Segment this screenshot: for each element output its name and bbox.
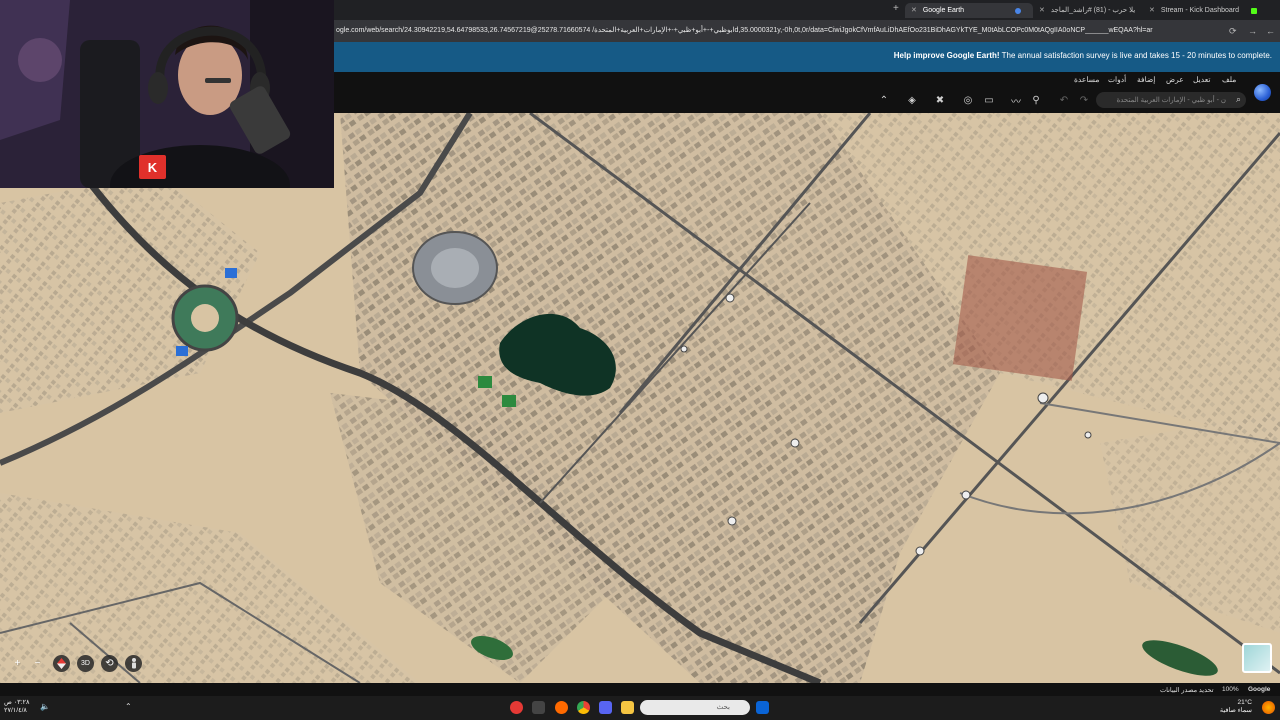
- weather-temp: 21°C: [1237, 699, 1252, 706]
- kick-favicon-icon: [1251, 8, 1257, 14]
- search-box[interactable]: ن - أبو ظبي - الإمارات العربية المتحدة ⌕: [1096, 92, 1246, 108]
- tray-chevron-icon[interactable]: ⌃: [125, 702, 132, 711]
- orbit-icon[interactable]: ⟲: [101, 655, 118, 672]
- menu-tools[interactable]: أدوات: [1108, 75, 1126, 84]
- back-icon[interactable]: ←: [1266, 25, 1275, 37]
- pegman-icon[interactable]: [125, 655, 142, 672]
- zoom-percentage: 100%: [1222, 686, 1239, 693]
- menu-view[interactable]: عرض: [1166, 75, 1184, 84]
- file-explorer-icon[interactable]: [621, 701, 634, 714]
- tab-title: Stream - Kick Dashboard: [1160, 7, 1240, 14]
- app-icon-red[interactable]: [510, 701, 523, 714]
- earth-favicon-icon: [1015, 8, 1021, 14]
- taskbar-search-label: بحث: [716, 704, 730, 711]
- ruler-icon[interactable]: ▭: [983, 94, 995, 106]
- tools-icon[interactable]: ✖: [934, 94, 946, 106]
- tab-kick-stream[interactable]: ✕ يلا حرب - (81) #راشد_الماجد: [1033, 3, 1143, 18]
- zoom-in-button[interactable]: +: [9, 655, 26, 672]
- taskbar-clock[interactable]: ٠٣:٢٨ ص ٢٧/١/٤/٨: [4, 699, 29, 715]
- app-icon-terminal[interactable]: [532, 701, 545, 714]
- tab-google-earth[interactable]: ✕ Google Earth: [905, 3, 1033, 18]
- clock-date: ٢٧/١/٤/٨: [4, 707, 27, 714]
- menu-edit[interactable]: تعديل: [1193, 75, 1210, 84]
- windows-start-icon[interactable]: [756, 701, 769, 714]
- clock-time: ٠٣:٢٨ ص: [4, 699, 30, 706]
- close-tab-icon[interactable]: ✕: [1149, 7, 1155, 14]
- compass-icon[interactable]: [53, 655, 70, 672]
- google-logo: Google: [1248, 686, 1271, 693]
- chrome-icon[interactable]: [577, 701, 590, 714]
- undo-icon[interactable]: ↶: [1058, 94, 1070, 106]
- windows-taskbar: ٠٣:٢٨ ص ٢٧/١/٤/٨ 🔈 ⌃ بحث 21°C سماء صافية: [0, 696, 1280, 720]
- new-tab-button[interactable]: +: [893, 4, 899, 14]
- search-input[interactable]: ن - أبو ظبي - الإمارات العربية المتحدة: [1117, 96, 1226, 104]
- search-icon[interactable]: ⌕: [1236, 94, 1241, 105]
- map-status-bar: تحديد مصدر البيانات 100% Google: [0, 683, 1280, 696]
- discord-icon[interactable]: [599, 701, 612, 714]
- placemark-icon[interactable]: ⚲: [1030, 94, 1042, 106]
- zoom-out-button[interactable]: −: [29, 655, 46, 672]
- collapse-icon[interactable]: ⌃: [878, 94, 890, 106]
- close-tab-icon[interactable]: ✕: [911, 7, 917, 14]
- weather-sun-icon: [1262, 701, 1275, 714]
- forward-icon[interactable]: →: [1248, 25, 1257, 37]
- tab-title: Google Earth: [922, 7, 965, 14]
- streamer-image: [0, 0, 334, 188]
- taskbar-search[interactable]: بحث: [640, 700, 750, 715]
- account-globe-icon[interactable]: [1254, 84, 1271, 101]
- tab-title: يلا حرب - (81) #راشد_الماجد: [1050, 7, 1136, 14]
- data-attribution-link[interactable]: تحديد مصدر البيانات: [1160, 686, 1214, 694]
- location-target-icon[interactable]: ◎: [962, 94, 974, 106]
- screen: + − 3D ⟲ تحديد مصدر البيانات 100% Google…: [0, 0, 1280, 720]
- satellite-map[interactable]: [0, 113, 1280, 683]
- weather-widget[interactable]: 21°C سماء صافية: [1220, 699, 1252, 715]
- path-icon[interactable]: 〰: [1010, 94, 1022, 108]
- url-field[interactable]: ogle.com/web/search/24.30942219,54.64798…: [336, 23, 1206, 39]
- kick-logo-icon: K: [139, 155, 166, 179]
- tab-kick-dashboard[interactable]: ✕ Stream - Kick Dashboard: [1143, 3, 1261, 18]
- firefox-icon[interactable]: [555, 701, 568, 714]
- menu-file[interactable]: ملف: [1222, 75, 1236, 84]
- reload-icon[interactable]: ⟳: [1229, 25, 1237, 37]
- map-style-thumbnail[interactable]: [1242, 643, 1272, 673]
- webcam-overlay: K: [0, 0, 334, 188]
- layers-icon[interactable]: ◈: [906, 94, 918, 106]
- menu-help[interactable]: مساعدة: [1074, 75, 1099, 84]
- survey-banner-text: Help improve Google Earth! The annual sa…: [893, 51, 1272, 60]
- redo-icon[interactable]: ↷: [1078, 94, 1090, 106]
- speaker-icon[interactable]: 🔈: [40, 702, 50, 711]
- 3d-toggle-button[interactable]: 3D: [77, 655, 94, 672]
- weather-desc: سماء صافية: [1219, 707, 1252, 714]
- close-tab-icon[interactable]: ✕: [1039, 7, 1045, 14]
- menu-add[interactable]: إضافة: [1137, 75, 1155, 84]
